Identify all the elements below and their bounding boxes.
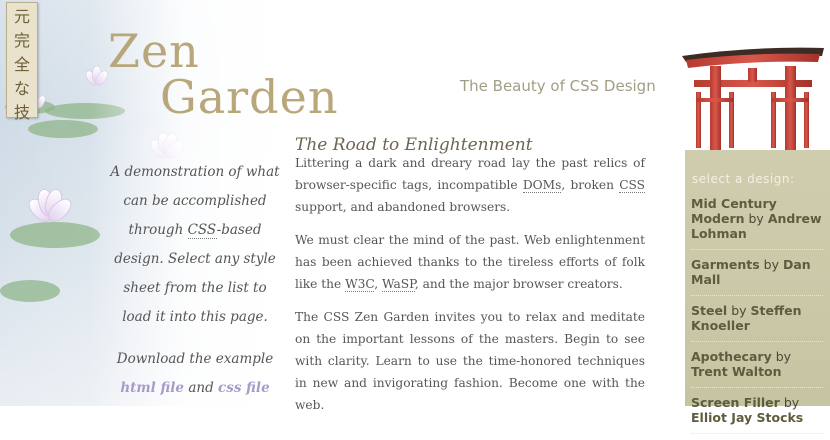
list-item[interactable]: Apothecary by Trent Walton (691, 348, 823, 388)
site-title-line2: Garden (160, 70, 339, 124)
lily-pad (0, 280, 60, 302)
kanji-char: 完 (13, 31, 30, 50)
paragraph-1: Littering a dark and dreary road lay the… (295, 152, 645, 218)
css-file-link[interactable]: css file (218, 380, 270, 396)
design-name-link[interactable]: Mid Century Modern (691, 196, 777, 226)
list-item[interactable]: Garments by Dan Mall (691, 256, 823, 296)
kanji-char: な (13, 79, 30, 98)
designer-link[interactable]: Elliot Jay Stocks (691, 410, 803, 425)
kanji-char: 技 (13, 103, 30, 122)
paragraph-text: , (374, 277, 383, 291)
paragraph-text: , broken (561, 178, 620, 192)
css-abbr: CSS (187, 222, 217, 239)
intro-text: A demonstration of what can be accomplis… (110, 158, 280, 332)
site-tagline: The Beauty of CSS Design (460, 77, 656, 95)
wasp-acronym: WaSP (382, 277, 415, 292)
by-label: by (783, 395, 800, 410)
lily-pad (10, 222, 100, 248)
paragraph-text: support, and abandoned browsers. (295, 200, 511, 214)
kanji-char: 全 (13, 55, 30, 74)
paragraph-text: , and the major browser creators. (414, 277, 623, 291)
design-name-link[interactable]: Apothecary (691, 349, 772, 364)
by-label: by (775, 349, 792, 364)
list-item[interactable]: Screen Filler by Elliot Jay Stocks (691, 394, 823, 434)
paragraph-2: We must clear the mind of the past. Web … (295, 229, 645, 295)
design-name-link[interactable]: Screen Filler (691, 395, 780, 410)
list-item[interactable]: Steel by Steffen Knoeller (691, 302, 823, 342)
torii-gate-icon (682, 47, 824, 152)
list-item[interactable]: Mid Century Modern by Andrew Lohman (691, 195, 823, 250)
design-name-link[interactable]: Garments (691, 257, 760, 272)
download-and: and (184, 380, 218, 396)
download-text: Download the example html file and css f… (110, 345, 280, 403)
css-abbr: CSS (619, 178, 645, 193)
by-label: by (763, 257, 780, 272)
design-list: Mid Century Modern by Andrew Lohman Garm… (691, 195, 823, 440)
lily-pad (28, 120, 98, 138)
kanji-scroll: 元 完 全 な 技 (6, 2, 38, 122)
main-content: Littering a dark and dreary road lay the… (295, 152, 645, 427)
download-prefix: Download the example (116, 351, 274, 367)
designer-link[interactable]: Trent Walton (691, 364, 782, 379)
html-file-link[interactable]: html file (120, 380, 184, 396)
paragraph-3: The CSS Zen Garden invites you to relax … (295, 310, 645, 412)
by-label: by (748, 211, 764, 226)
dom-abbr: DOMs (522, 178, 562, 193)
by-label: by (731, 303, 747, 318)
design-name-link[interactable]: Steel (691, 303, 727, 318)
w3c-acronym: W3C (345, 277, 375, 292)
design-list-title: select a design: (692, 172, 795, 186)
kanji-char: 元 (13, 7, 30, 26)
